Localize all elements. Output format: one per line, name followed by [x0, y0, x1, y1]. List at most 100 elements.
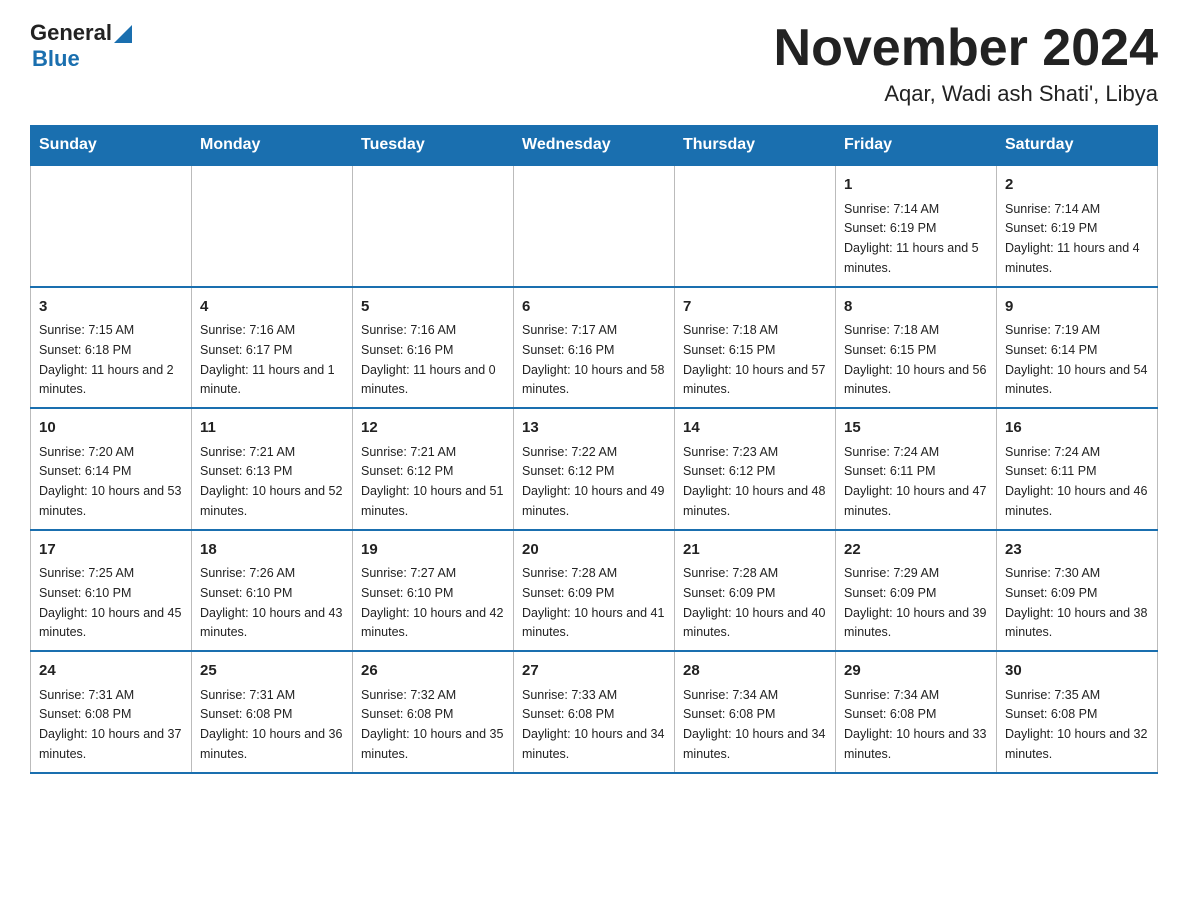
col-tuesday: Tuesday: [353, 126, 514, 166]
day-info: Sunrise: 7:24 AMSunset: 6:11 PMDaylight:…: [1005, 445, 1147, 518]
col-thursday: Thursday: [675, 126, 836, 166]
day-info: Sunrise: 7:26 AMSunset: 6:10 PMDaylight:…: [200, 566, 342, 639]
day-number: 21: [683, 539, 827, 562]
day-info: Sunrise: 7:31 AMSunset: 6:08 PMDaylight:…: [39, 688, 181, 761]
day-info: Sunrise: 7:14 AMSunset: 6:19 PMDaylight:…: [844, 202, 979, 275]
table-row: 29 Sunrise: 7:34 AMSunset: 6:08 PMDayligh…: [836, 651, 997, 773]
day-info: Sunrise: 7:21 AMSunset: 6:12 PMDaylight:…: [361, 445, 503, 518]
logo-line1: General: [30, 20, 132, 46]
table-row: 13Sunrise: 7:22 AMSunset: 6:12 PMDayligh…: [514, 408, 675, 530]
logo-general-text: General: [30, 20, 112, 46]
table-row: 22 Sunrise: 7:29 AMSunset: 6:09 PMDayligh…: [836, 530, 997, 652]
day-number: 25: [200, 660, 344, 683]
day-info: Sunrise: 7:18 AMSunset: 6:15 PMDaylight:…: [844, 323, 986, 396]
day-number: 30: [1005, 660, 1149, 683]
day-number: 22: [844, 539, 988, 562]
col-wednesday: Wednesday: [514, 126, 675, 166]
table-row: 25 Sunrise: 7:31 AMSunset: 6:08 PMDayligh…: [192, 651, 353, 773]
table-row: 28 Sunrise: 7:34 AMSunset: 6:08 PMDayligh…: [675, 651, 836, 773]
day-info: Sunrise: 7:31 AMSunset: 6:08 PMDaylight:…: [200, 688, 342, 761]
day-number: 29: [844, 660, 988, 683]
table-row: 5Sunrise: 7:16 AMSunset: 6:16 PMDaylight…: [353, 287, 514, 409]
table-row: 19 Sunrise: 7:27 AMSunset: 6:10 PMDayligh…: [353, 530, 514, 652]
day-number: 7: [683, 296, 827, 319]
table-row: 27 Sunrise: 7:33 AMSunset: 6:08 PMDayligh…: [514, 651, 675, 773]
day-number: 12: [361, 417, 505, 440]
day-number: 28: [683, 660, 827, 683]
table-row: 1 Sunrise: 7:14 AMSunset: 6:19 PMDaylight…: [836, 165, 997, 287]
calendar-table: Sunday Monday Tuesday Wednesday Thursday…: [30, 125, 1158, 774]
calendar-week-row: 24 Sunrise: 7:31 AMSunset: 6:08 PMDayligh…: [31, 651, 1158, 773]
table-row: 26 Sunrise: 7:32 AMSunset: 6:08 PMDayligh…: [353, 651, 514, 773]
day-info: Sunrise: 7:27 AMSunset: 6:10 PMDaylight:…: [361, 566, 503, 639]
header: General Blue November 2024 Aqar, Wadi as…: [30, 20, 1158, 107]
calendar-week-row: 10 Sunrise: 7:20 AMSunset: 6:14 PMDayligh…: [31, 408, 1158, 530]
table-row: 14Sunrise: 7:23 AMSunset: 6:12 PMDayligh…: [675, 408, 836, 530]
day-info: Sunrise: 7:24 AMSunset: 6:11 PMDaylight:…: [844, 445, 986, 518]
table-row: 7 Sunrise: 7:18 AMSunset: 6:15 PMDaylight…: [675, 287, 836, 409]
col-monday: Monday: [192, 126, 353, 166]
day-number: 24: [39, 660, 183, 683]
table-row: 3 Sunrise: 7:15 AMSunset: 6:18 PMDaylight…: [31, 287, 192, 409]
table-row: 10 Sunrise: 7:20 AMSunset: 6:14 PMDayligh…: [31, 408, 192, 530]
day-info: Sunrise: 7:22 AMSunset: 6:12 PMDaylight:…: [522, 445, 664, 518]
day-number: 19: [361, 539, 505, 562]
day-number: 11: [200, 417, 344, 440]
day-number: 23: [1005, 539, 1149, 562]
day-number: 2: [1005, 174, 1149, 197]
table-row: 23Sunrise: 7:30 AMSunset: 6:09 PMDayligh…: [997, 530, 1158, 652]
table-row: 21 Sunrise: 7:28 AMSunset: 6:09 PMDayligh…: [675, 530, 836, 652]
table-row: [353, 165, 514, 287]
day-number: 17: [39, 539, 183, 562]
logo-triangle-icon: [114, 23, 132, 43]
day-info: Sunrise: 7:34 AMSunset: 6:08 PMDaylight:…: [844, 688, 986, 761]
table-row: [192, 165, 353, 287]
day-number: 27: [522, 660, 666, 683]
day-info: Sunrise: 7:28 AMSunset: 6:09 PMDaylight:…: [683, 566, 825, 639]
day-number: 16: [1005, 417, 1149, 440]
table-row: 15Sunrise: 7:24 AMSunset: 6:11 PMDayligh…: [836, 408, 997, 530]
day-info: Sunrise: 7:16 AMSunset: 6:17 PMDaylight:…: [200, 323, 335, 396]
table-row: [675, 165, 836, 287]
table-row: 16 Sunrise: 7:24 AMSunset: 6:11 PMDayligh…: [997, 408, 1158, 530]
day-number: 10: [39, 417, 183, 440]
day-info: Sunrise: 7:32 AMSunset: 6:08 PMDaylight:…: [361, 688, 503, 761]
table-row: 30 Sunrise: 7:35 AMSunset: 6:08 PMDayligh…: [997, 651, 1158, 773]
day-number: 8: [844, 296, 988, 319]
day-number: 20: [522, 539, 666, 562]
day-number: 4: [200, 296, 344, 319]
calendar-title: November 2024: [774, 20, 1158, 77]
table-row: [514, 165, 675, 287]
day-info: Sunrise: 7:34 AMSunset: 6:08 PMDaylight:…: [683, 688, 825, 761]
col-saturday: Saturday: [997, 126, 1158, 166]
day-info: Sunrise: 7:33 AMSunset: 6:08 PMDaylight:…: [522, 688, 664, 761]
day-number: 9: [1005, 296, 1149, 319]
table-row: 8 Sunrise: 7:18 AMSunset: 6:15 PMDaylight…: [836, 287, 997, 409]
calendar-week-row: 1 Sunrise: 7:14 AMSunset: 6:19 PMDaylight…: [31, 165, 1158, 287]
day-info: Sunrise: 7:17 AMSunset: 6:16 PMDaylight:…: [522, 323, 664, 396]
day-info: Sunrise: 7:25 AMSunset: 6:10 PMDaylight:…: [39, 566, 181, 639]
table-row: 20Sunrise: 7:28 AMSunset: 6:09 PMDayligh…: [514, 530, 675, 652]
day-number: 3: [39, 296, 183, 319]
day-number: 5: [361, 296, 505, 319]
day-number: 26: [361, 660, 505, 683]
col-sunday: Sunday: [31, 126, 192, 166]
table-row: 24 Sunrise: 7:31 AMSunset: 6:08 PMDayligh…: [31, 651, 192, 773]
table-row: 9 Sunrise: 7:19 AMSunset: 6:14 PMDaylight…: [997, 287, 1158, 409]
calendar-subtitle: Aqar, Wadi ash Shati', Libya: [774, 81, 1158, 107]
logo-blue-text: Blue: [32, 46, 80, 72]
day-number: 6: [522, 296, 666, 319]
day-number: 14: [683, 417, 827, 440]
day-info: Sunrise: 7:15 AMSunset: 6:18 PMDaylight:…: [39, 323, 174, 396]
day-info: Sunrise: 7:20 AMSunset: 6:14 PMDaylight:…: [39, 445, 181, 518]
day-number: 18: [200, 539, 344, 562]
day-info: Sunrise: 7:19 AMSunset: 6:14 PMDaylight:…: [1005, 323, 1147, 396]
table-row: 2Sunrise: 7:14 AMSunset: 6:19 PMDaylight…: [997, 165, 1158, 287]
col-friday: Friday: [836, 126, 997, 166]
title-area: November 2024 Aqar, Wadi ash Shati', Lib…: [774, 20, 1158, 107]
day-info: Sunrise: 7:29 AMSunset: 6:09 PMDaylight:…: [844, 566, 986, 639]
table-row: 12 Sunrise: 7:21 AMSunset: 6:12 PMDayligh…: [353, 408, 514, 530]
day-info: Sunrise: 7:18 AMSunset: 6:15 PMDaylight:…: [683, 323, 825, 396]
day-number: 1: [844, 174, 988, 197]
day-info: Sunrise: 7:35 AMSunset: 6:08 PMDaylight:…: [1005, 688, 1147, 761]
